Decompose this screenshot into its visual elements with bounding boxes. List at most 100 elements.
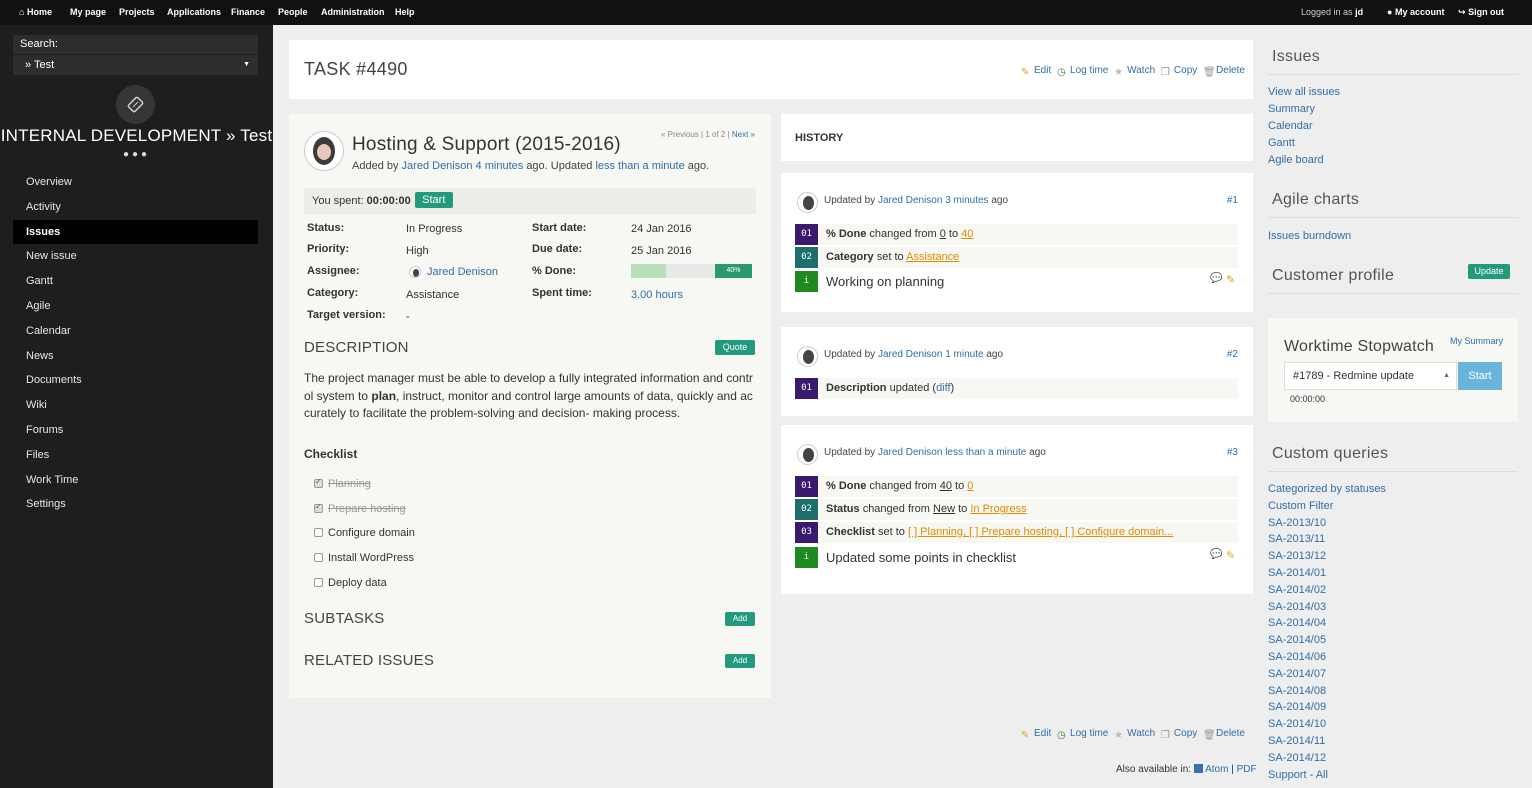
calendar-link[interactable]: Calendar bbox=[1268, 120, 1313, 132]
next-link[interactable]: Next » bbox=[732, 130, 755, 139]
journal-author-link[interactable]: Jared Denison bbox=[878, 447, 942, 458]
query-link[interactable]: Custom Filter bbox=[1268, 500, 1333, 512]
query-link[interactable]: Support - All bbox=[1268, 769, 1328, 781]
stopwatch-start-button[interactable]: Start bbox=[1458, 362, 1502, 390]
log-time-link[interactable]: ◷ Log time bbox=[1057, 65, 1108, 78]
projects-link[interactable]: Projects bbox=[119, 0, 155, 25]
watch-link[interactable]: ★ Watch bbox=[1114, 728, 1155, 741]
updated-ago-link[interactable]: less than a minute bbox=[595, 160, 684, 172]
spent-time-link[interactable]: 3.00 hours bbox=[631, 289, 683, 301]
my-account-link[interactable]: ● My account bbox=[1387, 0, 1444, 25]
delete-link[interactable]: 🗑Delete bbox=[1203, 728, 1245, 741]
query-link[interactable]: SA-2014/09 bbox=[1268, 701, 1326, 713]
journal-number-link[interactable]: #2 bbox=[1227, 349, 1238, 360]
journal-time-link[interactable]: 1 minute bbox=[945, 349, 983, 360]
project-title[interactable]: INTERNAL DEVELOPMENT » Test bbox=[0, 126, 273, 146]
start-timer-button[interactable]: Start bbox=[414, 192, 453, 208]
query-link[interactable]: SA-2014/10 bbox=[1268, 718, 1326, 730]
pdf-link[interactable]: PDF bbox=[1237, 764, 1257, 775]
diff-link[interactable]: diff bbox=[936, 382, 950, 394]
view-all-issues-link[interactable]: View all issues bbox=[1268, 86, 1340, 98]
query-link[interactable]: SA-2013/10 bbox=[1268, 517, 1326, 529]
sidebar-item-files[interactable]: Files bbox=[13, 443, 258, 468]
issues-burndown-link[interactable]: Issues burndown bbox=[1268, 230, 1351, 242]
project-search-select[interactable]: » Test ▼ bbox=[13, 55, 258, 75]
assignee-link[interactable]: Jared Denison bbox=[427, 266, 498, 278]
query-link[interactable]: SA-2014/01 bbox=[1268, 567, 1326, 579]
query-link[interactable]: SA-2014/05 bbox=[1268, 634, 1326, 646]
journal-time-link[interactable]: less than a minute bbox=[945, 447, 1026, 458]
query-link[interactable]: SA-2014/02 bbox=[1268, 584, 1326, 596]
sidebar-item-forums[interactable]: Forums bbox=[13, 418, 258, 443]
query-link[interactable]: SA-2014/07 bbox=[1268, 668, 1326, 680]
query-link[interactable]: SA-2013/12 bbox=[1268, 550, 1326, 562]
checkbox[interactable] bbox=[314, 578, 323, 587]
created-ago-link[interactable]: 4 minutes bbox=[476, 160, 524, 172]
edit-note-icon[interactable]: ✎ bbox=[1226, 549, 1235, 562]
sidebar-item-new-issue[interactable]: New issue bbox=[13, 244, 258, 269]
checklist-item-label: Install WordPress bbox=[328, 552, 414, 564]
sidebar-item-activity[interactable]: Activity bbox=[13, 195, 258, 220]
sidebar-item-work-time[interactable]: Work Time bbox=[13, 468, 258, 493]
sign-out-link[interactable]: ↪ Sign out bbox=[1458, 0, 1504, 25]
add-subtask-button[interactable]: Add bbox=[725, 612, 755, 626]
edit-link[interactable]: ✎ Edit bbox=[1021, 728, 1051, 741]
watch-link[interactable]: ★ Watch bbox=[1114, 65, 1155, 78]
copy-link[interactable]: ❐ Copy bbox=[1161, 65, 1197, 78]
checkbox[interactable] bbox=[314, 553, 323, 562]
log-time-link[interactable]: ◷ Log time bbox=[1057, 728, 1108, 741]
my-page-link[interactable]: My page bbox=[70, 0, 106, 25]
administration-link[interactable]: Administration bbox=[321, 0, 385, 25]
logged-in-user[interactable]: jd bbox=[1355, 7, 1363, 17]
journal-time-link[interactable]: 3 minutes bbox=[945, 195, 988, 206]
home-link[interactable]: ⌂ Home bbox=[19, 0, 52, 25]
help-link[interactable]: Help bbox=[395, 0, 415, 25]
sidebar-item-overview[interactable]: Overview bbox=[13, 170, 258, 195]
sidebar-item-news[interactable]: News bbox=[13, 344, 258, 369]
previous-link[interactable]: « Previous bbox=[661, 130, 699, 139]
finance-link[interactable]: Finance bbox=[231, 0, 265, 25]
edit-link[interactable]: ✎ Edit bbox=[1021, 65, 1051, 78]
journal-author-link[interactable]: Jared Denison bbox=[878, 195, 942, 206]
quote-button[interactable]: Quote bbox=[715, 340, 755, 355]
query-link[interactable]: SA-2014/04 bbox=[1268, 617, 1326, 629]
query-link[interactable]: SA-2014/12 bbox=[1268, 752, 1326, 764]
sidebar-item-settings[interactable]: Settings bbox=[13, 492, 258, 517]
query-link[interactable]: SA-2014/06 bbox=[1268, 651, 1326, 663]
applications-link[interactable]: Applications bbox=[167, 0, 221, 25]
checkbox[interactable] bbox=[314, 502, 323, 513]
agile-board-link[interactable]: Agile board bbox=[1268, 154, 1324, 166]
sidebar-item-wiki[interactable]: Wiki bbox=[13, 393, 258, 418]
update-customer-button[interactable]: Update bbox=[1468, 264, 1510, 279]
add-relation-button[interactable]: Add bbox=[725, 654, 755, 668]
sidebar-item-documents[interactable]: Documents bbox=[13, 368, 258, 393]
journal-number-link[interactable]: #1 bbox=[1227, 195, 1238, 206]
edit-note-icon[interactable]: ✎ bbox=[1226, 273, 1235, 286]
query-link[interactable]: SA-2014/11 bbox=[1268, 735, 1325, 747]
sidebar-item-calendar[interactable]: Calendar bbox=[13, 319, 258, 344]
stopwatch-issue-select[interactable]: #1789 - Redmine update ▲ bbox=[1284, 362, 1457, 390]
gantt-link[interactable]: Gantt bbox=[1268, 137, 1295, 149]
checkbox[interactable] bbox=[314, 528, 323, 537]
query-link[interactable]: SA-2014/08 bbox=[1268, 685, 1326, 697]
reply-icon[interactable]: 💬 bbox=[1210, 273, 1222, 284]
delete-link[interactable]: 🗑Delete bbox=[1203, 65, 1245, 78]
query-link[interactable]: SA-2014/03 bbox=[1268, 601, 1326, 613]
journal-number-link[interactable]: #3 bbox=[1227, 447, 1238, 458]
my-summary-link[interactable]: My Summary bbox=[1450, 336, 1503, 346]
atom-link[interactable]: Atom bbox=[1205, 764, 1228, 775]
sidebar-item-agile[interactable]: Agile bbox=[13, 294, 258, 319]
query-link[interactable]: Categorized by statuses bbox=[1268, 483, 1386, 495]
author-link[interactable]: Jared Denison bbox=[402, 160, 473, 172]
due-date-label: Due date: bbox=[532, 243, 583, 255]
query-link[interactable]: SA-2013/11 bbox=[1268, 533, 1325, 545]
people-link[interactable]: People bbox=[278, 0, 308, 25]
checkbox[interactable] bbox=[314, 477, 323, 488]
sidebar-item-issues[interactable]: Issues bbox=[13, 219, 258, 245]
sidebar-item-gantt[interactable]: Gantt bbox=[13, 269, 258, 294]
reply-icon[interactable]: 💬 bbox=[1210, 549, 1222, 560]
journal-author-link[interactable]: Jared Denison bbox=[878, 349, 942, 360]
copy-link[interactable]: ❐ Copy bbox=[1161, 728, 1197, 741]
summary-link[interactable]: Summary bbox=[1268, 103, 1315, 115]
more-dots-icon[interactable]: ●●● bbox=[0, 149, 273, 160]
